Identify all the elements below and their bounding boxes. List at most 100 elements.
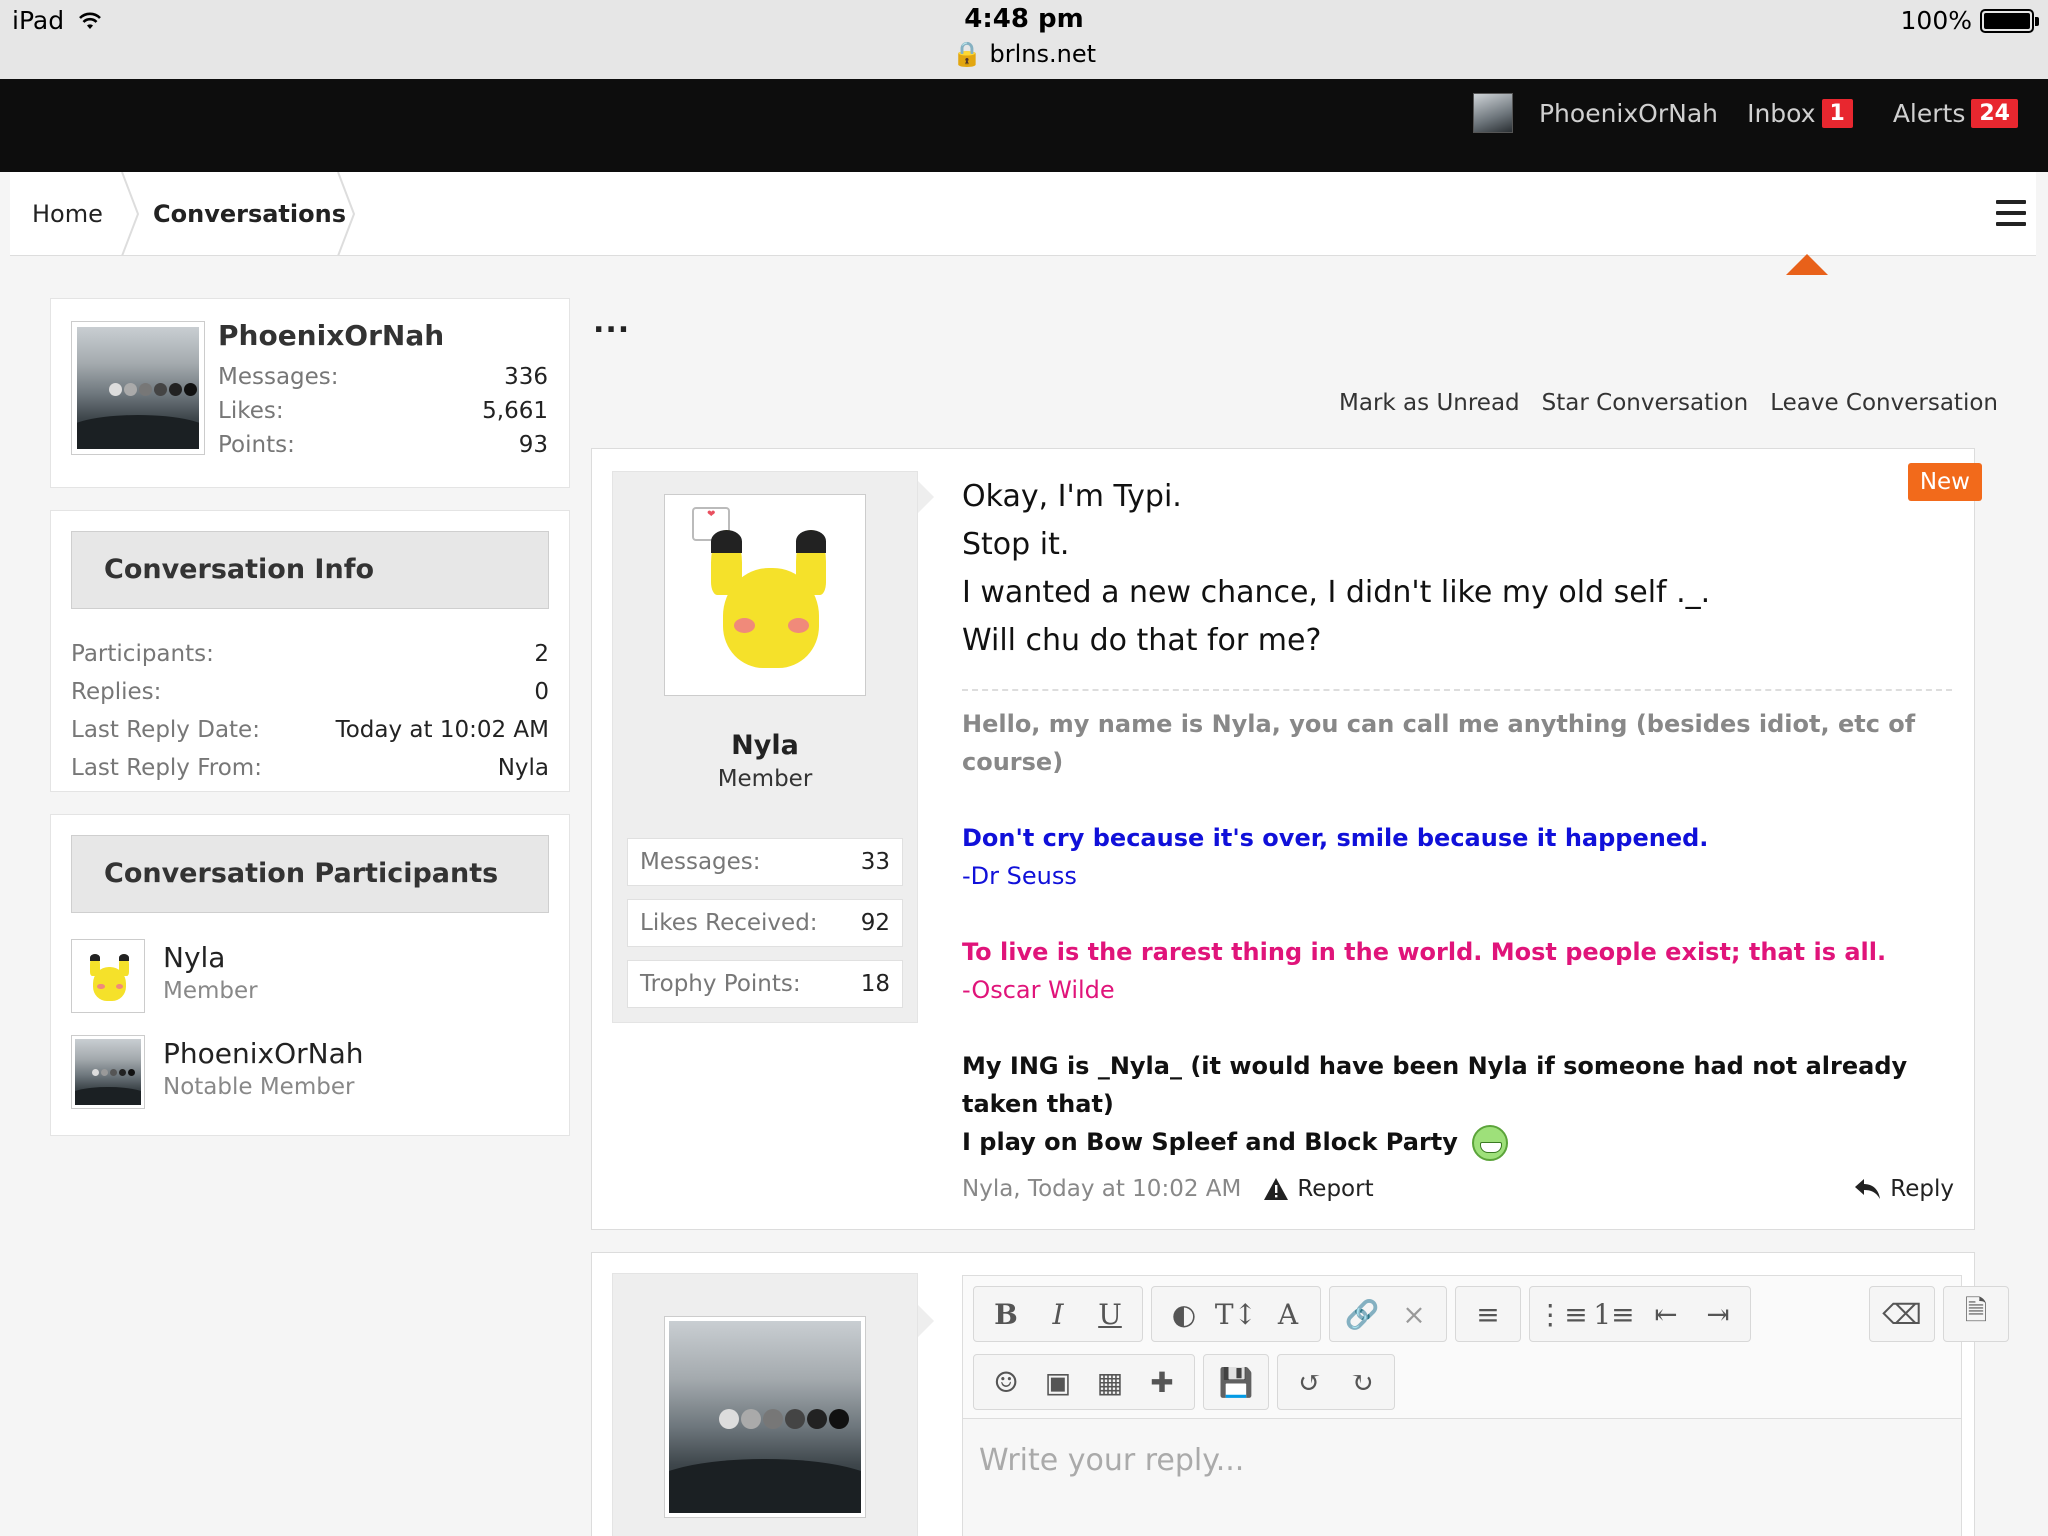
- align-left-icon[interactable]: ≡: [1462, 1288, 1514, 1340]
- stat-label: Likes Received:: [640, 910, 818, 936]
- stat-label: Trophy Points:: [640, 971, 801, 997]
- text-color-icon[interactable]: ◐: [1158, 1288, 1210, 1340]
- info-value[interactable]: Nyla: [498, 749, 549, 787]
- save-draft-icon[interactable]: 💾: [1210, 1356, 1262, 1408]
- nav-user[interactable]: PhoenixOrNah: [1472, 93, 1718, 133]
- address-bar[interactable]: 🔒 brlns.net: [0, 40, 2048, 68]
- reply-avatar[interactable]: [664, 1316, 866, 1518]
- status-right: 100%: [1900, 6, 2039, 35]
- signature-quote-2: To live is the rarest thing in the world…: [962, 938, 1887, 966]
- stat-value: 336: [504, 364, 548, 390]
- inbox-count-badge: 1: [1821, 99, 1853, 128]
- warning-icon: [1264, 1178, 1289, 1200]
- undo-icon[interactable]: ↺: [1284, 1356, 1336, 1408]
- font-size-icon[interactable]: T↕: [1210, 1288, 1262, 1340]
- stat-value: 92: [860, 910, 890, 936]
- editor-toolbar-row-1: B I U ◐ T↕ A 🔗 ⨯ ≡ ⋮≡ 1≡ ⇤ ⇥ ⌫ 🗎: [973, 1286, 2009, 1342]
- stat-value: 93: [518, 432, 548, 458]
- media-icon[interactable]: ▦: [1084, 1356, 1136, 1408]
- profile-avatar[interactable]: [71, 321, 205, 455]
- reply-link[interactable]: Reply: [1854, 1176, 1954, 1202]
- conversation-participants-panel: Conversation Participants Nyla Member Ph…: [50, 814, 570, 1136]
- reply-label: Reply: [1890, 1176, 1954, 1202]
- message-author-card: ❤ Nyla Member Messages: 33 Likes Received…: [612, 471, 918, 1023]
- participant-item[interactable]: PhoenixOrNah Notable Member: [51, 1035, 569, 1131]
- link-group: 🔗 ⨯: [1329, 1286, 1447, 1342]
- info-row: Replies: 0: [51, 673, 569, 711]
- draft-group: 💾: [1203, 1354, 1269, 1410]
- author-name[interactable]: Nyla: [613, 730, 917, 761]
- participant-avatar[interactable]: [71, 1035, 145, 1109]
- alerts-link[interactable]: Alerts 24: [1893, 99, 2018, 128]
- profile-stat-row: Likes: 5,661: [218, 398, 548, 424]
- breadcrumb-home[interactable]: Home: [32, 172, 103, 256]
- participant-name[interactable]: Nyla: [163, 941, 258, 974]
- message-meta[interactable]: Nyla, Today at 10:02 AM: [962, 1176, 1241, 1202]
- stat-label: Messages:: [640, 849, 761, 875]
- mark-unread-link[interactable]: Mark as Unread: [1339, 390, 1520, 416]
- nav-username[interactable]: PhoenixOrNah: [1539, 99, 1718, 128]
- participant-name[interactable]: PhoenixOrNah: [163, 1037, 363, 1070]
- star-conversation-link[interactable]: Star Conversation: [1542, 390, 1749, 416]
- signature-divider: [962, 689, 1952, 691]
- redo-icon[interactable]: ↻: [1336, 1356, 1388, 1408]
- message-line: Stop it.: [962, 527, 1070, 562]
- info-value: 2: [534, 641, 549, 667]
- info-row: Participants: 2: [51, 635, 569, 673]
- bullet-list-icon[interactable]: ⋮≡: [1536, 1288, 1588, 1340]
- message-line: Will chu do that for me?: [962, 623, 1322, 658]
- message-body: Okay, I'm Typi. Stop it. I wanted a new …: [962, 473, 1952, 1161]
- info-label: Replies:: [71, 679, 162, 705]
- landscape-avatar-image: [669, 1321, 861, 1513]
- italic-icon[interactable]: I: [1032, 1288, 1084, 1340]
- reply-textarea[interactable]: Write your reply...: [963, 1418, 1961, 1536]
- profile-name[interactable]: PhoenixOrNah: [218, 319, 548, 352]
- participant-role: Notable Member: [163, 1074, 355, 1100]
- message-footer: Nyla, Today at 10:02 AM Report Reply: [962, 1171, 1954, 1207]
- bold-icon[interactable]: B: [980, 1288, 1032, 1340]
- insert-plus-icon[interactable]: ✚: [1136, 1356, 1188, 1408]
- hamburger-menu-icon[interactable]: [1996, 200, 2026, 226]
- image-icon[interactable]: ▣: [1032, 1356, 1084, 1408]
- author-stat-row: Trophy Points: 18: [627, 960, 903, 1008]
- profile-stat-row: Messages: 336: [218, 364, 548, 390]
- outdent-icon[interactable]: ⇤: [1640, 1288, 1692, 1340]
- unlink-icon[interactable]: ⨯: [1388, 1288, 1440, 1340]
- quick-reply-box: B I U ◐ T↕ A 🔗 ⨯ ≡ ⋮≡ 1≡ ⇤ ⇥ ⌫ 🗎 ☺ ▣ ▦ ✚…: [591, 1252, 2009, 1536]
- battery-percent: 100%: [1900, 6, 1972, 35]
- conversation-actions: Mark as Unread Star Conversation Leave C…: [1339, 390, 1998, 416]
- conversation-menu-button[interactable]: ...: [593, 305, 630, 340]
- smiley-icon[interactable]: ☺: [980, 1356, 1032, 1408]
- inbox-link[interactable]: Inbox 1: [1747, 99, 1853, 128]
- link-icon[interactable]: 🔗: [1336, 1288, 1388, 1340]
- participant-avatar[interactable]: [71, 939, 145, 1013]
- pikachu-avatar-image: ❤: [669, 499, 861, 691]
- top-navigation: PhoenixOrNah Inbox 1 Alerts 24: [0, 79, 2048, 172]
- signature-intro: Hello, my name is Nyla, you can call me …: [962, 710, 1916, 776]
- pikachu-avatar-image: [75, 943, 141, 1009]
- nav-avatar[interactable]: [1472, 93, 1513, 133]
- report-link[interactable]: Report: [1263, 1176, 1374, 1202]
- breadcrumb: Home Conversations: [10, 172, 2036, 256]
- breadcrumb-current[interactable]: Conversations: [153, 172, 346, 256]
- signature-quote-1: Don't cry because it's over, smile becau…: [962, 824, 1709, 852]
- editor-toolbar-row-2: ☺ ▣ ▦ ✚ 💾 ↺ ↻: [973, 1354, 1395, 1410]
- numbered-list-icon[interactable]: 1≡: [1588, 1288, 1640, 1340]
- indent-icon[interactable]: ⇥: [1692, 1288, 1744, 1340]
- author-avatar[interactable]: ❤: [664, 494, 866, 696]
- underline-icon[interactable]: U: [1084, 1288, 1136, 1340]
- info-row: Last Reply Date: Today at 10:02 AM: [51, 711, 569, 749]
- remove-format-icon[interactable]: ⌫: [1876, 1288, 1928, 1340]
- info-value: Today at 10:02 AM: [335, 717, 549, 743]
- document-icon[interactable]: 🗎: [1950, 1288, 2002, 1340]
- participant-item[interactable]: Nyla Member: [51, 939, 569, 1035]
- stat-label: Points:: [218, 432, 295, 458]
- align-group: ≡: [1455, 1286, 1521, 1342]
- font-family-icon[interactable]: A: [1262, 1288, 1314, 1340]
- stat-value: 18: [860, 971, 890, 997]
- author-stat-row: Likes Received: 92: [627, 899, 903, 947]
- leave-conversation-link[interactable]: Leave Conversation: [1770, 390, 1998, 416]
- landscape-avatar-image: [75, 1039, 141, 1105]
- stat-value: 5,661: [482, 398, 548, 424]
- source-group: 🗎: [1943, 1286, 2009, 1342]
